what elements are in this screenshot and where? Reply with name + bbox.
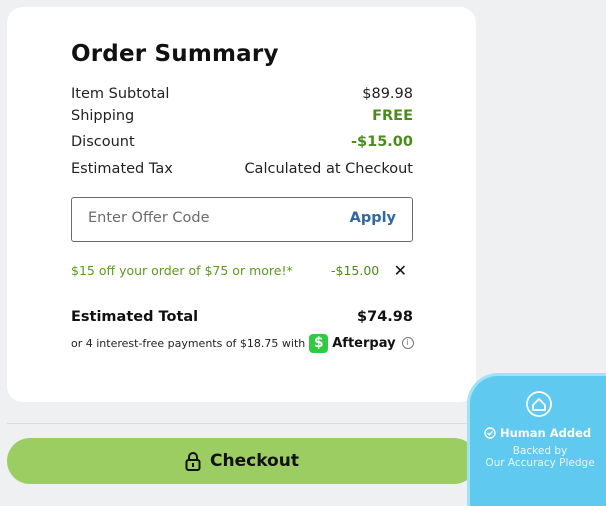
afterpay-logo-icon: $: [309, 333, 329, 353]
afterpay-text: or 4 interest-free payments of $18.75 wi…: [71, 336, 306, 350]
tax-value: Calculated at Checkout: [244, 161, 413, 177]
estimated-total-label: Estimated Total: [71, 309, 199, 325]
estimated-total-row: Estimated Total $74.98: [71, 309, 413, 331]
divider: [7, 423, 477, 424]
checkout-label: Checkout: [210, 451, 299, 471]
shipping-label: Shipping: [71, 108, 135, 124]
subtotal-row: Item Subtotal $89.98: [71, 86, 413, 108]
apply-button[interactable]: Apply: [350, 210, 396, 226]
badge-subtitle-line-1: Backed by: [512, 445, 568, 457]
accuracy-badge: Human Added Backed by Our Accuracy Pledg…: [470, 376, 606, 506]
shipping-row: Shipping FREE: [71, 108, 413, 130]
subtotal-label: Item Subtotal: [71, 86, 170, 102]
home-shield-icon: [526, 391, 552, 417]
remove-promo-icon[interactable]: ✕: [394, 261, 407, 280]
estimated-total-value: $74.98: [357, 309, 413, 325]
discount-row: Discount -$15.00: [71, 134, 413, 156]
badge-title-line: Human Added: [484, 426, 591, 440]
afterpay-line: or 4 interest-free payments of $18.75 wi…: [71, 332, 414, 354]
badge-subtitle-line-2: Our Accuracy Pledge: [485, 457, 595, 469]
offer-code-field[interactable]: Enter Offer Code Apply: [71, 197, 413, 242]
offer-code-input[interactable]: Enter Offer Code: [88, 210, 210, 226]
promo-amount: -$15.00: [331, 263, 380, 278]
badge-subtitle: Backed by Our Accuracy Pledge: [470, 445, 606, 469]
shipping-value: FREE: [372, 108, 413, 124]
checkout-button[interactable]: Checkout: [7, 438, 477, 484]
tax-row: Estimated Tax Calculated at Checkout: [71, 161, 413, 183]
tax-label: Estimated Tax: [71, 161, 173, 177]
badge-title: Human Added: [500, 426, 592, 440]
lock-icon: [185, 452, 201, 471]
discount-label: Discount: [71, 134, 135, 150]
order-summary-card: Order Summary Item Subtotal $89.98 Shipp…: [7, 7, 476, 402]
discount-value: -$15.00: [351, 134, 413, 150]
afterpay-brand: Afterpay: [332, 335, 396, 351]
applied-promo: $15 off your order of $75 or more!* -$15…: [71, 261, 413, 283]
info-icon[interactable]: i: [401, 337, 414, 349]
subtotal-value: $89.98: [362, 86, 413, 102]
page-title: Order Summary: [71, 41, 279, 67]
check-circle-icon: [484, 427, 496, 439]
promo-description: $15 off your order of $75 or more!*: [71, 263, 293, 278]
